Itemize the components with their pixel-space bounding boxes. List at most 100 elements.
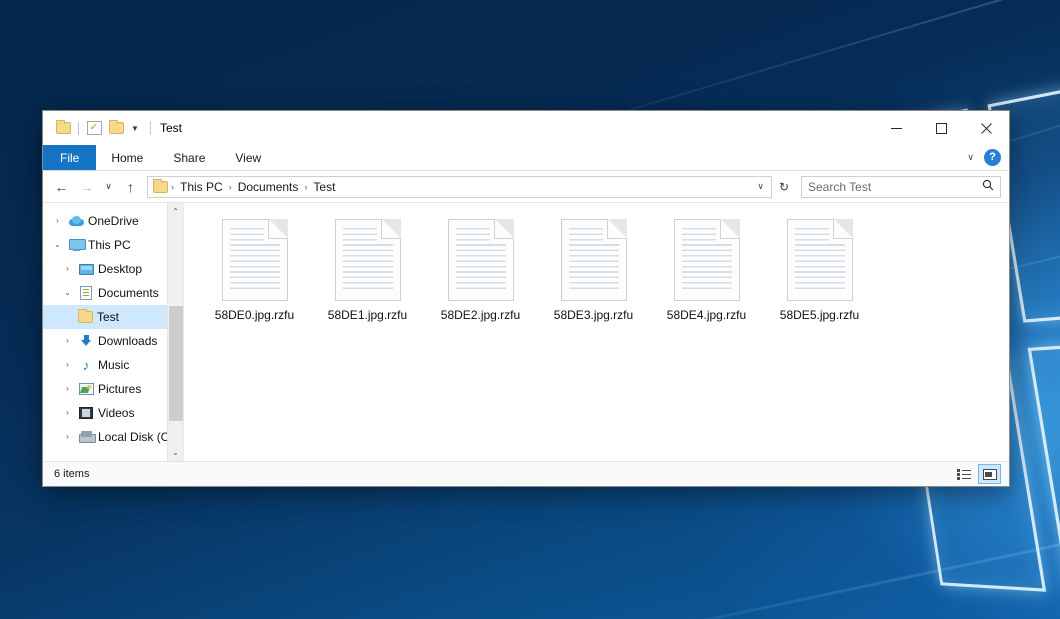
breadcrumb[interactable]: › This PC › Documents › Test ∨ (147, 176, 772, 198)
sidebar-item-videos[interactable]: › Videos (43, 401, 183, 425)
chevron-down-icon[interactable]: ∨ (961, 152, 980, 163)
details-view-button[interactable] (952, 464, 975, 484)
pictures-icon (76, 383, 96, 395)
chevron-right-icon[interactable]: › (49, 217, 66, 225)
desktop-icon (76, 264, 96, 275)
sidebar-item-documents[interactable]: ⌄ Documents (43, 281, 183, 305)
file-name: 58DE3.jpg.rzfu (554, 308, 633, 322)
generic-file-icon (561, 219, 627, 301)
window-body: › OneDrive ⌄ This PC › Desktop ⌄ (43, 202, 1009, 461)
folder-icon (75, 311, 95, 323)
documents-icon (76, 286, 96, 300)
close-icon (981, 123, 992, 134)
sidebar-item-label: Videos (98, 406, 134, 420)
folder-icon (153, 181, 168, 193)
chevron-right-icon[interactable]: › (59, 433, 76, 441)
search-input[interactable]: Search Test (808, 180, 982, 194)
new-folder-icon[interactable] (105, 117, 127, 139)
ribbon-tab-strip: File Home Share View ∨ ? (43, 145, 1009, 171)
details-view-icon (957, 469, 971, 480)
cloud-icon (66, 216, 86, 226)
chevron-right-icon[interactable]: › (59, 361, 76, 369)
breadcrumb-item-test[interactable]: Test (308, 177, 340, 197)
file-name: 58DE5.jpg.rzfu (780, 308, 859, 322)
file-name: 58DE0.jpg.rzfu (215, 308, 294, 322)
generic-file-icon (787, 219, 853, 301)
search-icon (982, 179, 994, 194)
tab-home[interactable]: Home (96, 145, 158, 170)
sidebar-item-desktop[interactable]: › Desktop (43, 257, 183, 281)
help-icon[interactable]: ? (984, 149, 1001, 166)
file-item[interactable]: 58DE4.jpg.rzfu (650, 215, 763, 335)
minimize-button[interactable] (874, 111, 919, 145)
breadcrumb-item-documents[interactable]: Documents (233, 177, 304, 197)
file-name: 58DE4.jpg.rzfu (667, 308, 746, 322)
close-button[interactable] (964, 111, 1009, 145)
sidebar-item-test[interactable]: Test (43, 305, 183, 329)
sidebar-item-label: Local Disk (C:) (98, 430, 177, 444)
file-item[interactable]: 58DE0.jpg.rzfu (198, 215, 311, 335)
chevron-down-icon[interactable]: ▼ (127, 124, 143, 133)
view-toggle-group (952, 464, 1001, 484)
ribbon-right-controls: ∨ ? (961, 145, 1009, 170)
chevron-down-icon[interactable]: ⌄ (59, 289, 76, 297)
file-item[interactable]: 58DE5.jpg.rzfu (763, 215, 876, 335)
large-icons-view-button[interactable] (978, 464, 1001, 484)
sidebar-item-label: Pictures (98, 382, 141, 396)
file-name: 58DE2.jpg.rzfu (441, 308, 520, 322)
sidebar-item-label: Test (97, 310, 119, 324)
file-item[interactable]: 58DE2.jpg.rzfu (424, 215, 537, 335)
quick-access-toolbar: ✓ ▼ (43, 111, 143, 145)
chevron-right-icon[interactable]: › (59, 409, 76, 417)
chevron-down-icon[interactable]: ⌄ (49, 241, 66, 249)
properties-icon[interactable]: ✓ (83, 117, 105, 139)
sidebar-item-label: Desktop (98, 262, 142, 276)
pc-icon (66, 239, 86, 251)
address-bar: ← → ∨ ↑ › This PC › Documents › Test ∨ ↻… (43, 171, 1009, 202)
search-box[interactable]: Search Test (801, 176, 1001, 198)
desktop: ✓ ▼ Test (0, 0, 1060, 619)
sidebar-item-label: Downloads (98, 334, 157, 348)
sidebar-item-music[interactable]: › ♪ Music (43, 353, 183, 377)
title-bar: ✓ ▼ Test (43, 111, 1009, 145)
sidebar-scrollbar[interactable]: ⌃ ⌄ (167, 203, 183, 461)
sidebar-item-onedrive[interactable]: › OneDrive (43, 209, 183, 233)
scrollbar-track[interactable] (168, 220, 184, 444)
sidebar-item-label: Music (98, 358, 129, 372)
file-list-pane[interactable]: 58DE0.jpg.rzfu 58DE1.jpg.rzfu 58DE2.jpg.… (184, 203, 1009, 461)
sidebar-item-this-pc[interactable]: ⌄ This PC (43, 233, 183, 257)
navigation-pane: › OneDrive ⌄ This PC › Desktop ⌄ (43, 203, 184, 461)
generic-file-icon (448, 219, 514, 301)
disk-icon (76, 431, 96, 443)
window-controls (874, 111, 1009, 145)
sidebar-item-label: This PC (88, 238, 131, 252)
back-button[interactable]: ← (49, 175, 74, 199)
generic-file-icon (222, 219, 288, 301)
sidebar-item-pictures[interactable]: › Pictures (43, 377, 183, 401)
file-item[interactable]: 58DE3.jpg.rzfu (537, 215, 650, 335)
maximize-button[interactable] (919, 111, 964, 145)
tab-share[interactable]: Share (158, 145, 220, 170)
recent-locations-button[interactable]: ∨ (99, 175, 118, 199)
sidebar-item-local-disk[interactable]: › Local Disk (C:) (43, 425, 183, 449)
chevron-right-icon[interactable]: › (59, 385, 76, 393)
tab-file[interactable]: File (43, 145, 96, 170)
status-bar: 6 items (43, 461, 1009, 486)
tab-view[interactable]: View (220, 145, 276, 170)
sidebar-item-downloads[interactable]: › Downloads (43, 329, 183, 353)
folder-icon[interactable] (52, 117, 74, 139)
videos-icon (76, 407, 96, 419)
chevron-down-icon[interactable]: ∨ (752, 181, 769, 192)
scrollbar-thumb[interactable] (169, 306, 183, 421)
window-title: Test (150, 121, 182, 135)
item-count-label: 6 items (54, 468, 89, 480)
generic-file-icon (674, 219, 740, 301)
breadcrumb-item-this-pc[interactable]: This PC (175, 177, 228, 197)
chevron-right-icon[interactable]: › (59, 265, 76, 273)
chevron-right-icon[interactable]: › (59, 337, 76, 345)
up-button[interactable]: ↑ (118, 175, 143, 199)
file-item[interactable]: 58DE1.jpg.rzfu (311, 215, 424, 335)
refresh-button[interactable]: ↻ (773, 176, 795, 198)
scroll-down-icon[interactable]: ⌄ (168, 444, 184, 461)
scroll-up-icon[interactable]: ⌃ (168, 203, 184, 220)
